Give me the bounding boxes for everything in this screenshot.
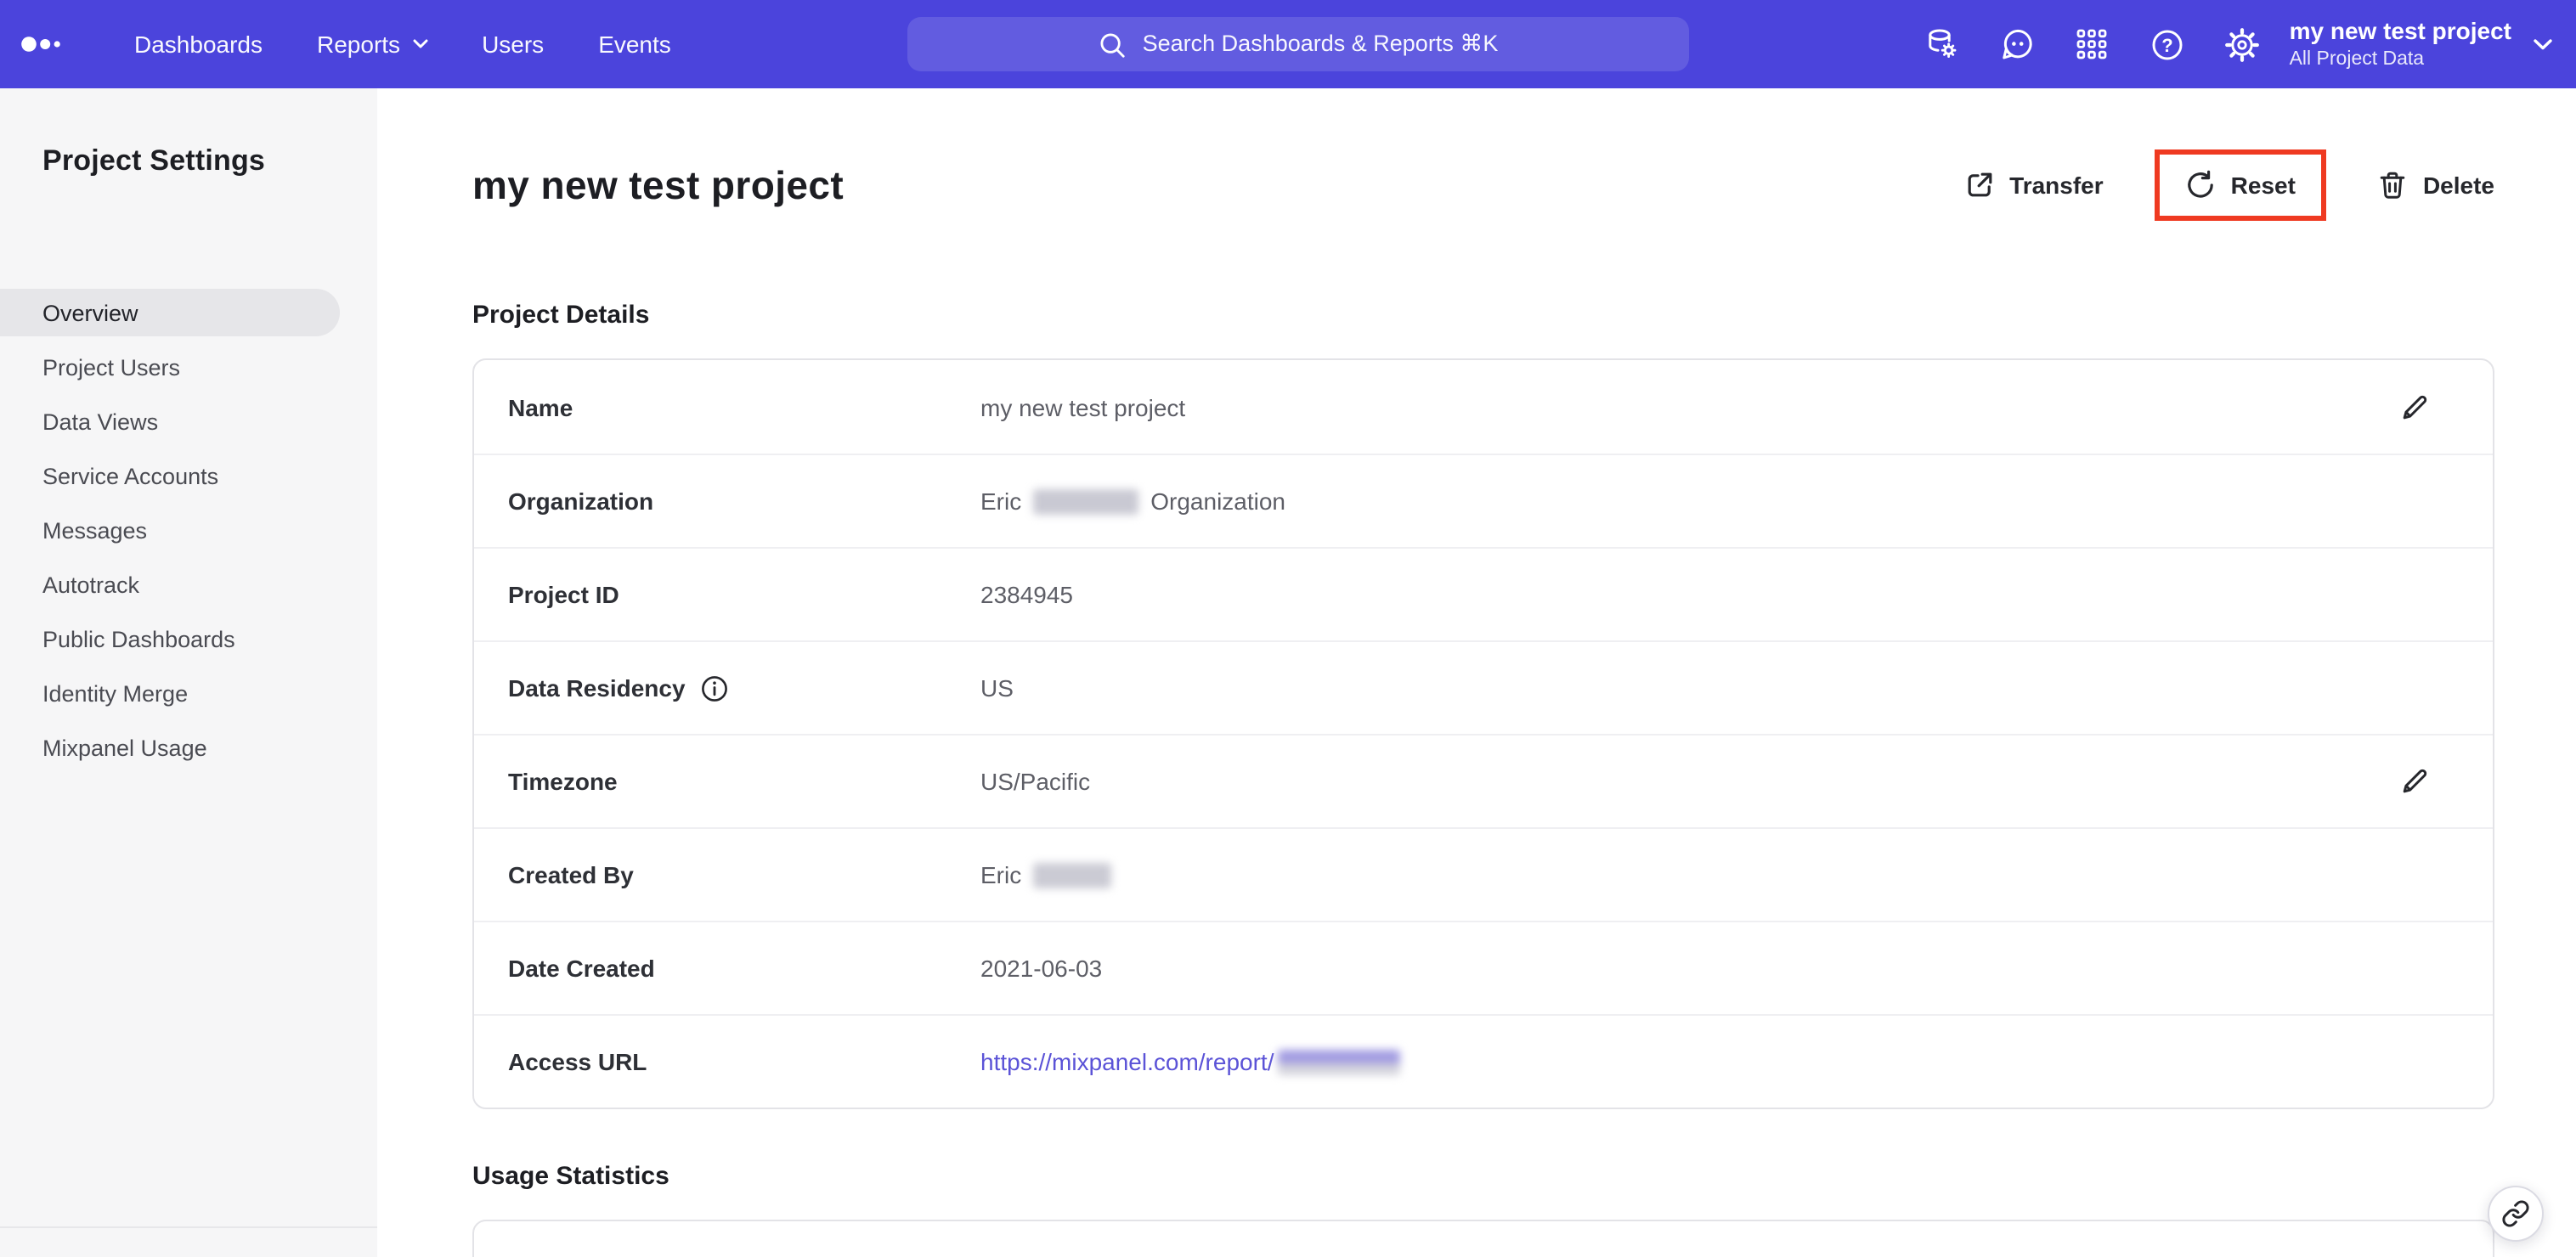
feedback-chat-icon[interactable] <box>1980 0 2055 88</box>
sidebar-item-project-users[interactable]: Project Users <box>0 343 340 391</box>
primary-nav: Dashboards Reports Users Events <box>107 0 698 88</box>
detail-row-date-created: Date Created 2021-06-03 <box>474 921 2493 1014</box>
project-details-card: Name my new test project Organization Er… <box>472 358 2494 1109</box>
collapse-sidebar-button[interactable]: Collapse <box>0 1226 377 1257</box>
row-label: Name <box>508 393 573 420</box>
reset-button[interactable]: Reset <box>2185 170 2296 200</box>
title-row: my new test project Transfer Reset Delet… <box>472 149 2494 221</box>
sidebar-item-messages[interactable]: Messages <box>0 506 340 554</box>
search-placeholder: Search Dashboards & Reports ⌘K <box>1142 31 1499 56</box>
project-actions: Transfer Reset Delete <box>1963 149 2494 221</box>
row-value: https://mixpanel.com/report/ <box>980 1048 2433 1075</box>
row-value: Eric <box>980 861 2433 888</box>
project-details-heading: Project Details <box>472 301 650 330</box>
row-label: Timezone <box>508 768 618 795</box>
row-value: US <box>980 674 1014 702</box>
row-label: Project ID <box>508 581 619 608</box>
detail-row-project-id: Project ID 2384945 <box>474 547 2493 640</box>
detail-row-data-residency: Data Residency US <box>474 640 2493 734</box>
detail-row-organization: Organization Eric Organization <box>474 454 2493 547</box>
sidebar-item-overview[interactable]: Overview <box>0 289 340 336</box>
row-value: 2384945 <box>980 581 1074 608</box>
usage-statistics-heading: Usage Statistics <box>472 1162 669 1191</box>
reset-highlight-annotation: Reset <box>2154 149 2326 221</box>
row-label: Date Created <box>508 955 655 982</box>
transfer-icon <box>1967 172 1991 197</box>
row-value: Eric Organization <box>980 488 1286 515</box>
mixpanel-app: Dashboards Reports Users Events Search D… <box>0 0 2576 1257</box>
row-value: US/Pacific <box>980 768 1091 795</box>
sidebar-item-mixpanel-usage[interactable]: Mixpanel Usage <box>0 724 340 771</box>
row-value: 2021-06-03 <box>980 955 1103 982</box>
sidebar-item-public-dashboards[interactable]: Public Dashboards <box>0 615 340 662</box>
nav-item-dashboards[interactable]: Dashboards <box>107 0 290 88</box>
current-data-view: All Project Data <box>2289 48 2425 70</box>
nav-item-events[interactable]: Events <box>571 0 698 88</box>
redacted-blur <box>1033 862 1112 888</box>
search-icon <box>1101 32 1126 57</box>
search-bar[interactable]: Search Dashboards & Reports ⌘K <box>907 17 1689 71</box>
row-label: Data Residency <box>508 674 980 702</box>
row-label: Organization <box>508 488 654 515</box>
chevron-down-icon <box>412 39 427 48</box>
sidebar-item-service-accounts[interactable]: Service Accounts <box>0 452 340 499</box>
sidebar-item-identity-merge[interactable]: Identity Merge <box>0 669 340 717</box>
info-icon[interactable] <box>701 674 730 702</box>
mixpanel-logo-icon <box>21 37 60 52</box>
mixpanel-logo[interactable] <box>20 31 71 58</box>
sidebar-item-data-views[interactable]: Data Views <box>0 397 340 445</box>
row-label: Access URL <box>508 1048 647 1075</box>
reset-icon <box>2187 170 2213 198</box>
current-project-name: my new test project <box>2289 17 2511 45</box>
detail-row-name: Name my new test project <box>474 360 2493 454</box>
pencil-icon <box>2403 394 2427 419</box>
project-settings-content: my new test project Transfer Reset Delet… <box>377 88 2576 1257</box>
settings-gear-icon[interactable] <box>2205 0 2279 88</box>
chevron-down-icon <box>2534 38 2552 50</box>
detail-row-access-url: Access URL https://mixpanel.com/report/ <box>474 1014 2493 1108</box>
redacted-blur <box>1277 1049 1400 1074</box>
edit-name-button[interactable] <box>2396 388 2433 426</box>
trash-icon <box>2380 172 2405 199</box>
delete-button[interactable]: Delete <box>2377 170 2494 200</box>
detail-row-created-by: Created By Eric <box>474 827 2493 921</box>
sidebar-title: Project Settings <box>42 144 266 177</box>
nav-item-reports[interactable]: Reports <box>290 0 455 88</box>
transfer-button[interactable]: Transfer <box>1963 170 2104 200</box>
redacted-blur <box>1033 488 1139 514</box>
sidebar-item-autotrack[interactable]: Autotrack <box>0 561 340 608</box>
detail-row-timezone: Timezone US/Pacific <box>474 734 2493 827</box>
access-url-link[interactable]: https://mixpanel.com/report/ <box>980 1048 1274 1075</box>
settings-sidebar: Project Settings Overview Project Users … <box>0 88 377 1257</box>
nav-right-cluster: ? my new test project All Project Data <box>1906 0 2562 88</box>
apps-grid-icon[interactable] <box>2055 0 2130 88</box>
sidebar-nav: Overview Project Users Data Views Servic… <box>0 289 340 778</box>
nav-item-users[interactable]: Users <box>455 0 571 88</box>
row-value: my new test project <box>980 393 1186 420</box>
link-icon <box>2502 1200 2529 1227</box>
copy-link-fab[interactable] <box>2488 1186 2544 1242</box>
svg-text:?: ? <box>2161 34 2172 55</box>
edit-timezone-button[interactable] <box>2396 763 2433 800</box>
project-switcher[interactable]: my new test project All Project Data <box>2290 17 2562 71</box>
top-nav: Dashboards Reports Users Events Search D… <box>0 0 2576 88</box>
pencil-icon <box>2403 769 2427 793</box>
usage-statistics-card <box>472 1220 2494 1257</box>
row-label: Created By <box>508 861 634 888</box>
data-management-icon[interactable] <box>1906 0 1980 88</box>
help-icon[interactable]: ? <box>2130 0 2205 88</box>
page-title: my new test project <box>472 162 845 206</box>
